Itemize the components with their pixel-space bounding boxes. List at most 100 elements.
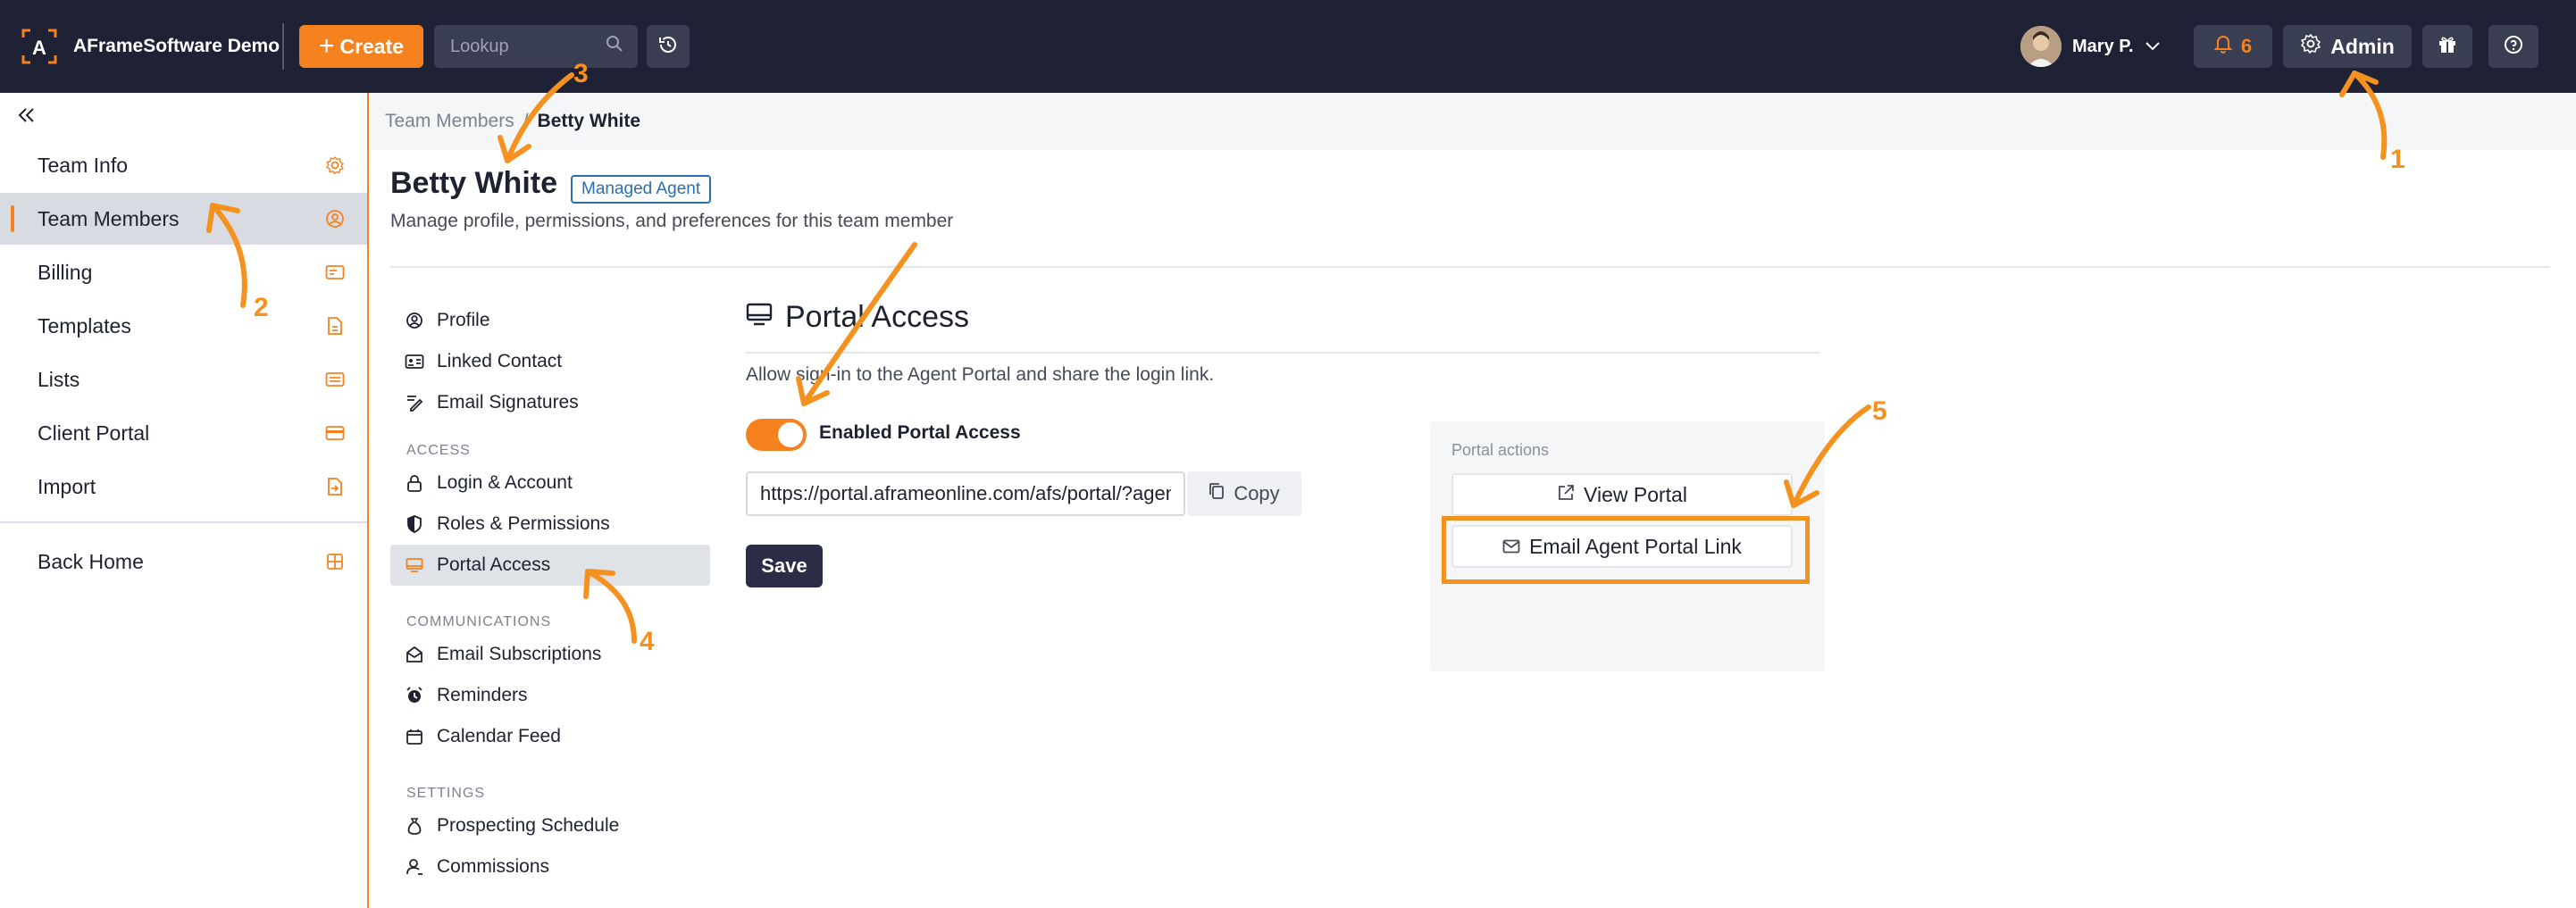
- sidebar-item-label: Team Members: [38, 206, 180, 230]
- lookup-placeholder: Lookup: [450, 36, 509, 56]
- document-icon: [324, 315, 346, 337]
- sidebar-item-label: Client Portal: [38, 421, 150, 445]
- user-name: Mary P.: [2072, 36, 2134, 56]
- help-icon: [2503, 34, 2524, 60]
- subnav-profile[interactable]: Profile: [390, 300, 710, 341]
- back-home-label: Back Home: [38, 549, 144, 573]
- svg-text:A: A: [32, 37, 46, 59]
- subnav-label: Profile: [437, 310, 490, 330]
- topbar-divider: [282, 23, 284, 70]
- sidebar-divider: [0, 521, 367, 523]
- subnav-linked-contact[interactable]: Linked Contact: [390, 341, 710, 382]
- page-subtitle: Manage profile, permissions, and prefere…: [390, 211, 954, 231]
- toggle-label: Enabled Portal Access: [819, 422, 1021, 443]
- breadcrumb-parent[interactable]: Team Members: [385, 111, 514, 132]
- portal-url-field[interactable]: [746, 471, 1185, 516]
- lookup-input[interactable]: Lookup: [434, 25, 638, 68]
- contact-card-icon: [405, 352, 424, 371]
- sidebar-item-billing[interactable]: Billing: [0, 246, 367, 298]
- admin-sidebar: Team Info Team Members Billing Templates…: [0, 93, 369, 908]
- sidebar-item-label: Team Info: [38, 153, 128, 177]
- status-badge: Managed Agent: [571, 175, 712, 204]
- notification-count: 6: [2240, 35, 2253, 57]
- calendar-icon: [405, 727, 424, 746]
- copy-button[interactable]: Copy: [1187, 471, 1301, 516]
- section-header-access: ACCESS: [406, 443, 471, 458]
- save-button[interactable]: Save: [746, 545, 823, 587]
- subnav-prospecting-schedule[interactable]: Prospecting Schedule: [390, 805, 710, 846]
- subnav-commissions[interactable]: Commissions: [390, 846, 710, 887]
- money-bag-icon: [405, 816, 424, 836]
- view-portal-label: View Portal: [1584, 482, 1687, 506]
- history-icon: [657, 34, 679, 60]
- subnav-login-account[interactable]: Login & Account: [390, 462, 710, 504]
- subnav-email-subscriptions[interactable]: Email Subscriptions: [390, 634, 710, 675]
- breadcrumb-current: Betty White: [537, 111, 641, 131]
- header-divider: [390, 266, 2550, 268]
- sidebar-item-import[interactable]: Import: [0, 461, 367, 512]
- subnav-label: Commissions: [437, 856, 550, 877]
- section-divider: [746, 352, 1819, 354]
- subnav-roles-permissions[interactable]: Roles & Permissions: [390, 504, 710, 545]
- gift-button[interactable]: [2422, 25, 2472, 68]
- mail-open-icon: [405, 645, 424, 664]
- portal-card-icon: [324, 422, 346, 444]
- top-bar: A AFrameSoftware Demo + Create Lookup Ma…: [0, 0, 2576, 93]
- subnav-label: Prospecting Schedule: [437, 815, 620, 836]
- monitor-icon: [405, 555, 424, 575]
- avatar[interactable]: [2020, 26, 2062, 67]
- lock-icon: [405, 473, 424, 493]
- main-content: Team Members / Betty White Betty White M…: [371, 93, 2576, 908]
- subnav-label: Calendar Feed: [437, 726, 561, 746]
- sidebar-item-team-members[interactable]: Team Members: [0, 193, 367, 245]
- collapse-sidebar-icon[interactable]: [13, 104, 41, 127]
- create-button[interactable]: + Create: [299, 25, 423, 68]
- highlight-box: [1442, 516, 1810, 584]
- breadcrumb: Team Members / Betty White: [371, 93, 2576, 150]
- chevron-down-icon: [2145, 37, 2161, 57]
- user-menu[interactable]: Mary P.: [2072, 30, 2161, 62]
- grid-icon: [324, 551, 346, 572]
- subnav-label: Email Subscriptions: [437, 644, 602, 664]
- aframe-logo-icon[interactable]: A: [20, 27, 59, 66]
- page-title: Betty White: [390, 166, 557, 200]
- section-header-settings: SETTINGS: [406, 786, 486, 801]
- gear-icon: [2300, 33, 2321, 60]
- help-button[interactable]: [2488, 25, 2538, 68]
- bell-icon: [2213, 34, 2233, 59]
- view-portal-button[interactable]: View Portal: [1451, 473, 1793, 516]
- sidebar-item-label: Templates: [38, 313, 131, 337]
- back-home-link[interactable]: Back Home: [0, 536, 367, 587]
- copy-icon: [1209, 482, 1225, 505]
- shield-icon: [405, 514, 424, 534]
- admin-label: Admin: [2330, 34, 2395, 58]
- sidebar-item-label: Billing: [38, 260, 93, 284]
- subnav-portal-access[interactable]: Portal Access: [390, 545, 710, 586]
- search-icon: [606, 35, 623, 58]
- sidebar-item-client-portal[interactable]: Client Portal: [0, 407, 367, 459]
- sidebar-item-templates[interactable]: Templates: [0, 300, 367, 352]
- portal-access-toggle[interactable]: [746, 419, 807, 451]
- signature-icon: [405, 393, 424, 412]
- sidebar-item-label: Lists: [38, 367, 80, 391]
- copy-label: Copy: [1234, 482, 1280, 504]
- user-circle-icon: [405, 311, 424, 330]
- gift-icon: [2438, 35, 2457, 59]
- subnav-label: Login & Account: [437, 472, 573, 493]
- admin-button[interactable]: Admin: [2283, 25, 2412, 68]
- subnav-label: Portal Access: [437, 554, 551, 575]
- section-header-communications: COMMUNICATIONS: [406, 614, 552, 629]
- history-button[interactable]: [647, 25, 690, 68]
- subnav-reminders[interactable]: Reminders: [390, 675, 710, 716]
- sidebar-item-lists[interactable]: Lists: [0, 354, 367, 405]
- sidebar-item-team-info[interactable]: Team Info: [0, 139, 367, 191]
- create-label: Create: [339, 34, 405, 58]
- notifications-button[interactable]: 6: [2194, 25, 2272, 68]
- sidebar-item-label: Import: [38, 474, 96, 498]
- billing-card-icon: [324, 262, 346, 283]
- subnav-email-signatures[interactable]: Email Signatures: [390, 382, 710, 423]
- subnav-label: Reminders: [437, 685, 528, 705]
- toggle-knob: [778, 422, 803, 447]
- subnav-calendar-feed[interactable]: Calendar Feed: [390, 716, 710, 757]
- import-file-icon: [324, 476, 346, 497]
